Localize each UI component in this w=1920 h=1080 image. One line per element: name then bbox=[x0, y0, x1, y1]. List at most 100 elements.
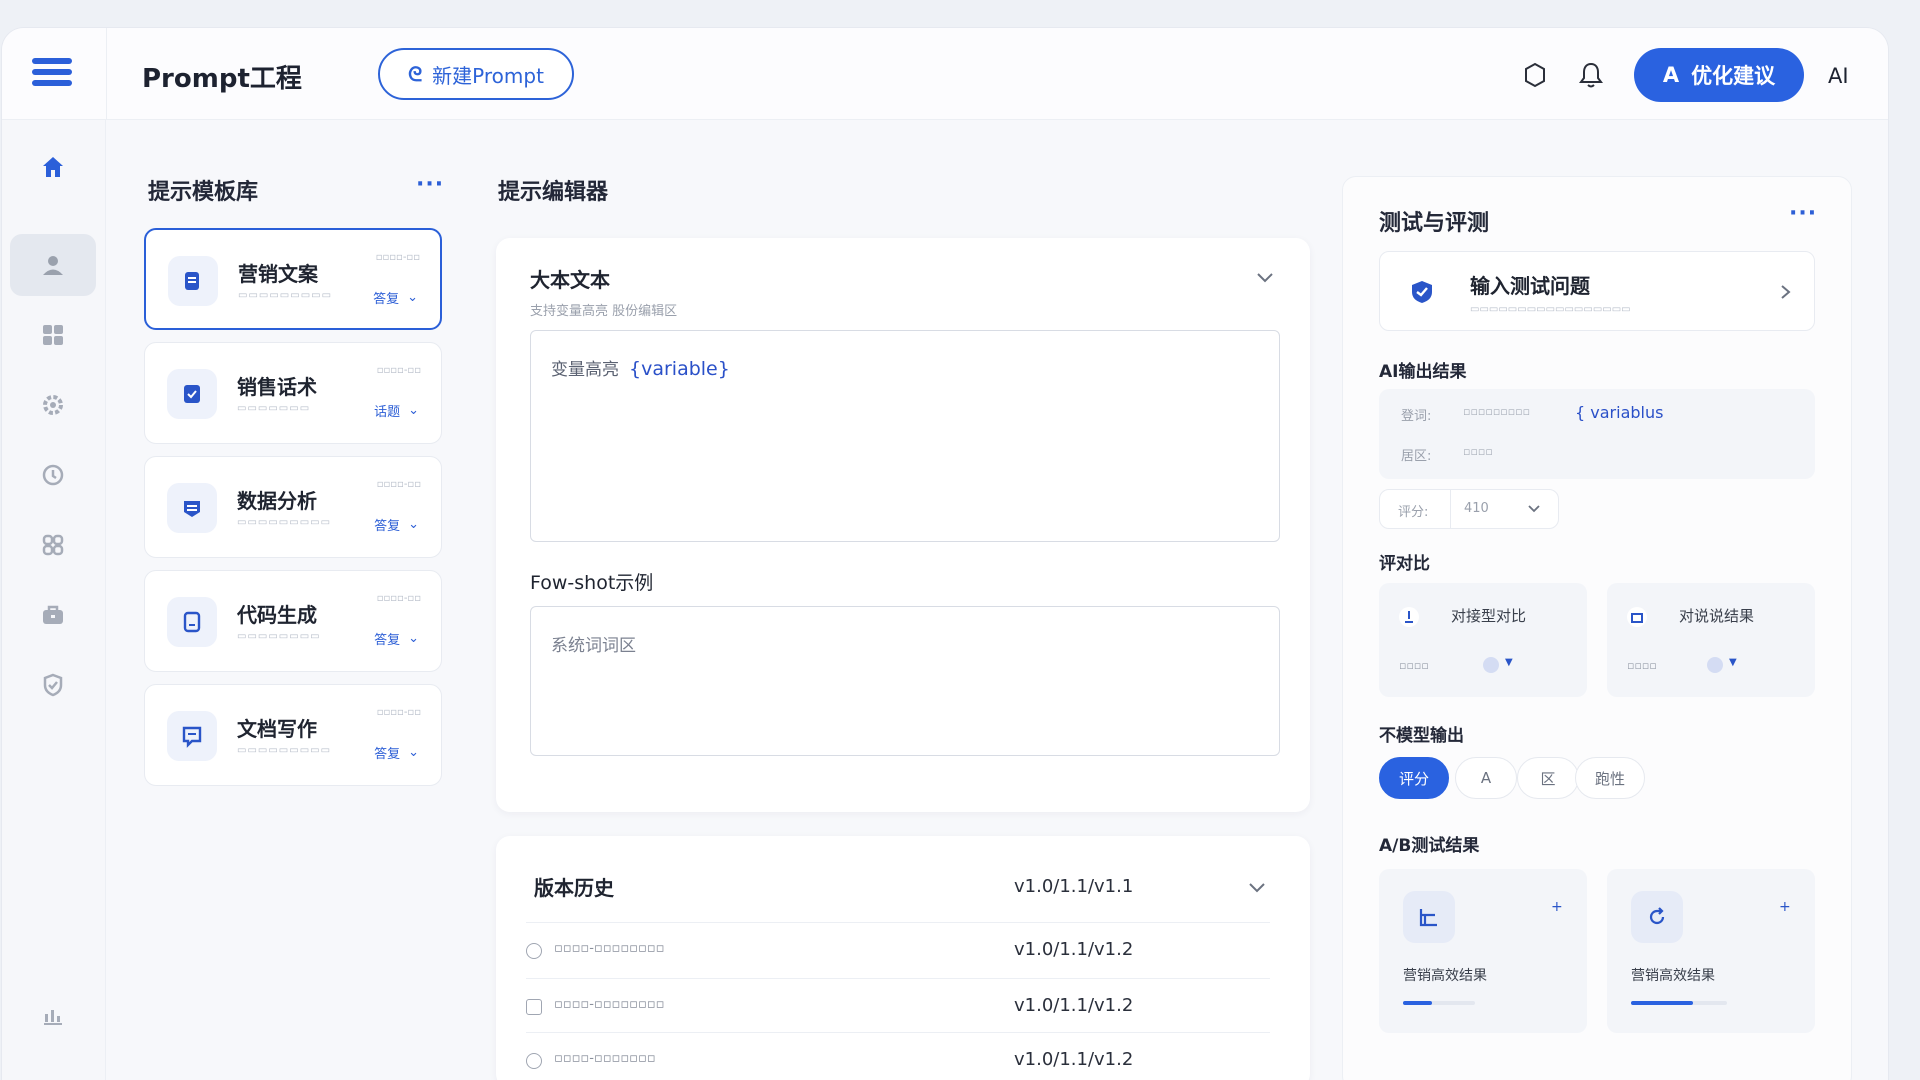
model-tab[interactable]: 区 bbox=[1517, 757, 1579, 799]
model-tab[interactable]: 跑性 bbox=[1575, 757, 1645, 799]
ai-label[interactable]: AI bbox=[1828, 64, 1849, 88]
template-action[interactable]: 答复 ⌄ bbox=[374, 515, 419, 534]
document-icon bbox=[168, 256, 218, 306]
caret-down-icon[interactable]: ▼ bbox=[1729, 657, 1737, 668]
sidebar-item-stats[interactable] bbox=[10, 984, 96, 1046]
template-item[interactable]: 代码生成 ▭▭▭▭▭▭▭▭ ▫▫▫▫-▫▫ 答复 ⌄ bbox=[144, 570, 442, 672]
template-action[interactable]: 答复 ⌄ bbox=[373, 288, 418, 307]
prompt-placeholder: 变量高亮 bbox=[551, 360, 619, 380]
sidebar-item-plugins[interactable] bbox=[10, 514, 96, 576]
sidebar-item-user[interactable] bbox=[10, 234, 96, 296]
bell-icon[interactable] bbox=[1578, 61, 1604, 89]
shield-check-icon bbox=[1412, 281, 1432, 303]
output-variable: { variablus bbox=[1575, 403, 1664, 422]
ab-progress bbox=[1403, 1001, 1475, 1005]
compare-card[interactable]: 对接型对比 ▫▫▫▫ ▼ bbox=[1379, 583, 1587, 697]
chevron-down-icon: ⌄ bbox=[408, 745, 419, 760]
sidebar-item-settings[interactable] bbox=[10, 374, 96, 436]
test-panel: 测试与评测 ··· 输入测试问题 ▭▭▭▭▭▭▭▭▭▭▭▭▭▭▭▭▭ AI输出结… bbox=[1342, 176, 1852, 1080]
editor-title: 提示编辑器 bbox=[498, 180, 609, 205]
library-more-button[interactable]: ··· bbox=[416, 172, 444, 197]
history-row[interactable]: ▫▫▫▫-▫▫▫▫▫▫▫▫ v1.0/1.1/v1.2 bbox=[526, 978, 1270, 1034]
gear-icon bbox=[43, 395, 63, 415]
model-tab[interactable]: 评分 bbox=[1379, 757, 1449, 799]
template-date: ▫▫▫▫-▫▫ bbox=[376, 707, 421, 718]
optimize-button[interactable]: A 优化建议 bbox=[1634, 48, 1804, 102]
template-desc: ▭▭▭▭▭▭▭▭▭ bbox=[238, 290, 333, 301]
new-prompt-label: 新建Prompt bbox=[432, 63, 544, 88]
ab-card[interactable]: + 营销高效结果 bbox=[1607, 869, 1815, 1033]
test-more-button[interactable]: ··· bbox=[1789, 201, 1817, 226]
template-action[interactable]: 话题 ⌄ bbox=[374, 401, 419, 420]
template-item[interactable]: 文档写作 ▭▭▭▭▭▭▭▭▭ ▫▫▫▫-▫▫ 答复 ⌄ bbox=[144, 684, 442, 786]
template-item[interactable]: 营销文案 ▭▭▭▭▭▭▭▭▭ ▫▫▫▫-▫▫ 答复 ⌄ bbox=[144, 228, 442, 330]
divider bbox=[106, 28, 107, 120]
chevron-down-icon[interactable] bbox=[1248, 882, 1266, 894]
editor-card: 大本文本 支持变量高亮 股份编辑区 变量高亮 {variable} Fow-sho… bbox=[496, 238, 1310, 812]
sidebar-item-dashboard[interactable] bbox=[10, 304, 96, 366]
test-input-row[interactable]: 输入测试问题 ▭▭▭▭▭▭▭▭▭▭▭▭▭▭▭▭▭ bbox=[1379, 251, 1815, 331]
template-action[interactable]: 答复 ⌄ bbox=[374, 629, 419, 648]
shield-icon bbox=[43, 673, 63, 697]
template-desc: ▭▭▭▭▭▭▭▭▭ bbox=[237, 517, 332, 528]
output-key-2: 居区: bbox=[1401, 449, 1432, 464]
sidebar-item-home[interactable] bbox=[10, 136, 96, 198]
compare-dot bbox=[1707, 657, 1723, 673]
ab-label: 营销高效结果 bbox=[1631, 968, 1715, 984]
new-prompt-button[interactable]: ᘓ 新建Prompt bbox=[378, 48, 574, 100]
sidebar-item-toolbox[interactable] bbox=[10, 584, 96, 646]
sidebar-item-security[interactable] bbox=[10, 654, 96, 716]
history-row[interactable]: ▫▫▫▫-▫▫▫▫▫▫▫ v1.0/1.1/v1.2 bbox=[526, 1032, 1270, 1080]
chevron-down-icon: ⌄ bbox=[407, 290, 418, 305]
ab-card[interactable]: + 营销高效结果 bbox=[1379, 869, 1587, 1033]
test-input-hint: ▭▭▭▭▭▭▭▭▭▭▭▭▭▭▭▭▭ bbox=[1470, 304, 1631, 315]
prompt-icon: ᘓ bbox=[408, 62, 423, 86]
ab-progress bbox=[1631, 1001, 1727, 1005]
prompt-textarea[interactable]: 变量高亮 {variable} bbox=[530, 330, 1280, 542]
add-icon[interactable]: + bbox=[1551, 899, 1563, 915]
doc-icon bbox=[526, 999, 542, 1015]
table-icon bbox=[1403, 891, 1455, 943]
clock-icon bbox=[526, 1053, 542, 1069]
template-action[interactable]: 答复 ⌄ bbox=[374, 743, 419, 762]
output-val-1: ▫▫▫▫▫▫▫▫▫ bbox=[1463, 405, 1531, 418]
template-name: 销售话术 bbox=[237, 375, 317, 399]
model-tab[interactable]: A bbox=[1455, 757, 1517, 799]
template-desc: ▭▭▭▭▭▭▭▭▭ bbox=[237, 745, 332, 756]
variable-token: {variable} bbox=[629, 358, 730, 380]
score-label: 评分: bbox=[1398, 505, 1429, 520]
history-current-version: v1.0/1.1/v1.1 bbox=[1014, 876, 1134, 897]
history-version: v1.0/1.1/v1.2 bbox=[1014, 1049, 1134, 1070]
output-val-2: ▫▫▫▫ bbox=[1463, 445, 1493, 458]
template-item[interactable]: 销售话术 ▭▭▭▭▭▭▭ ▫▫▫▫-▫▫ 话题 ⌄ bbox=[144, 342, 442, 444]
main-text-subtitle: 支持变量高亮 股份编辑区 bbox=[530, 304, 678, 319]
output-key-1: 登词: bbox=[1401, 409, 1432, 424]
chevron-down-icon[interactable] bbox=[1256, 272, 1274, 284]
history-version: v1.0/1.1/v1.2 bbox=[1014, 995, 1134, 1016]
compare-label: 对说说结果 bbox=[1679, 607, 1755, 625]
ab-title: A/B测试结果 bbox=[1379, 836, 1480, 856]
chevron-down-icon: ⌄ bbox=[408, 631, 419, 646]
chart-icon bbox=[44, 1010, 62, 1025]
template-date: ▫▫▫▫-▫▫ bbox=[376, 479, 421, 490]
score-select[interactable]: 评分: 410 bbox=[1379, 489, 1559, 529]
template-item[interactable]: 数据分析 ▭▭▭▭▭▭▭▭▭ ▫▫▫▫-▫▫ 答复 ⌄ bbox=[144, 456, 442, 558]
template-name: 文档写作 bbox=[237, 717, 317, 741]
ab-progress-fill bbox=[1403, 1001, 1432, 1005]
compare-icon bbox=[1399, 607, 1419, 627]
checklist-icon bbox=[167, 369, 217, 419]
history-row[interactable]: ▫▫▫▫-▫▫▫▫▫▫▫▫ v1.0/1.1/v1.2 bbox=[526, 922, 1270, 978]
compare-card[interactable]: 对说说结果 ▫▫▫▫ ▼ bbox=[1607, 583, 1815, 697]
template-name: 数据分析 bbox=[237, 489, 317, 513]
add-icon[interactable]: + bbox=[1779, 899, 1791, 915]
menu-icon[interactable] bbox=[32, 58, 72, 90]
hexagon-icon[interactable] bbox=[1522, 62, 1548, 88]
test-input-label: 输入测试问题 bbox=[1470, 274, 1590, 298]
caret-down-icon[interactable]: ▼ bbox=[1505, 657, 1513, 668]
fewshot-textarea[interactable]: 系统词词区 bbox=[530, 606, 1280, 756]
history-label: ▫▫▫▫-▫▫▫▫▫▫▫ bbox=[554, 1051, 656, 1066]
sidebar-item-history[interactable] bbox=[10, 444, 96, 506]
history-title: 版本历史 bbox=[534, 876, 614, 900]
fewshot-title: Fow-shot示例 bbox=[530, 572, 654, 594]
library-title: 提示模板库 bbox=[148, 180, 259, 205]
